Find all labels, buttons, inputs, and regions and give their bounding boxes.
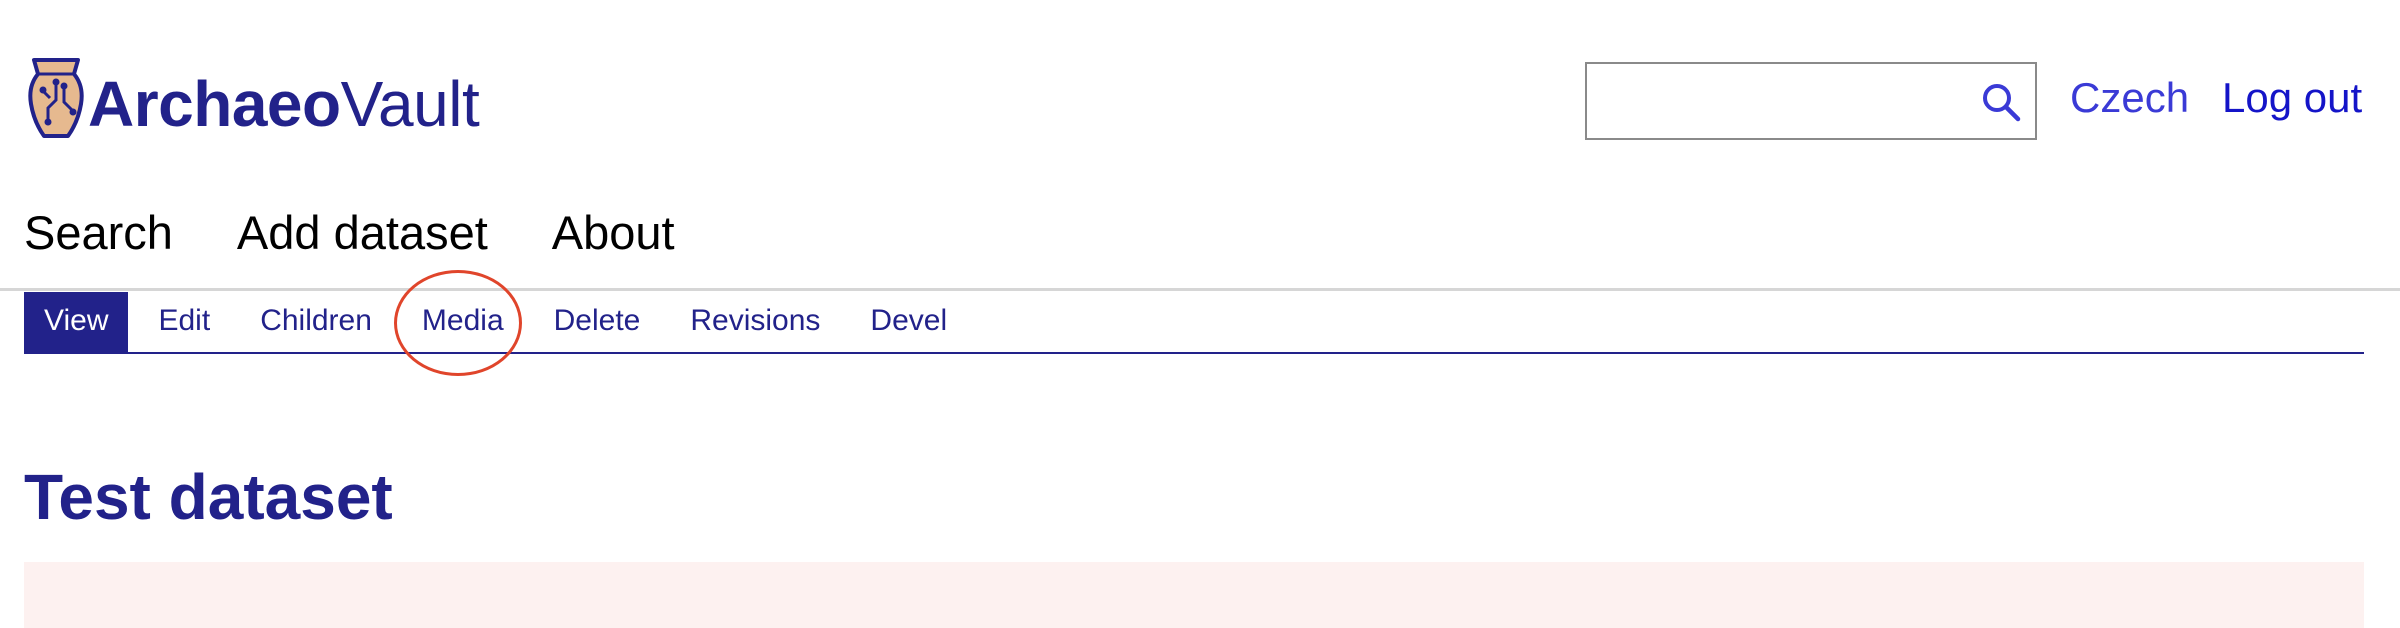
local-tasks-tabs: View Edit Children Media Delete Revision… <box>24 292 2364 354</box>
tab-edit[interactable]: Edit <box>138 292 230 352</box>
search-icon[interactable] <box>1979 80 2023 124</box>
nav-divider <box>0 288 2400 291</box>
site-name-bold: Archaeo <box>88 68 341 140</box>
page-title: Test dataset <box>24 461 393 533</box>
tab-revisions[interactable]: Revisions <box>670 292 840 352</box>
tab-view[interactable]: View <box>24 292 129 352</box>
tab-children[interactable]: Children <box>240 292 392 352</box>
main-nav-search[interactable]: Search <box>24 205 173 260</box>
search-form <box>1585 62 2037 140</box>
main-nav-add-dataset[interactable]: Add dataset <box>237 205 488 260</box>
language-link[interactable]: Czech <box>2070 74 2189 122</box>
main-nav: Search Add dataset About <box>24 205 739 260</box>
site-name: ArchaeoVault <box>88 72 480 140</box>
message-box <box>24 562 2364 628</box>
logout-link[interactable]: Log out <box>2222 74 2362 122</box>
site-name-regular: Vault <box>340 68 480 140</box>
tab-media[interactable]: Media <box>402 292 524 352</box>
amphora-circuit-icon <box>28 58 84 138</box>
search-input[interactable] <box>1593 70 1957 134</box>
site-logo[interactable]: ArchaeoVault <box>26 50 480 140</box>
main-nav-about[interactable]: About <box>552 205 675 260</box>
tab-devel[interactable]: Devel <box>850 292 967 352</box>
tab-delete[interactable]: Delete <box>534 292 661 352</box>
